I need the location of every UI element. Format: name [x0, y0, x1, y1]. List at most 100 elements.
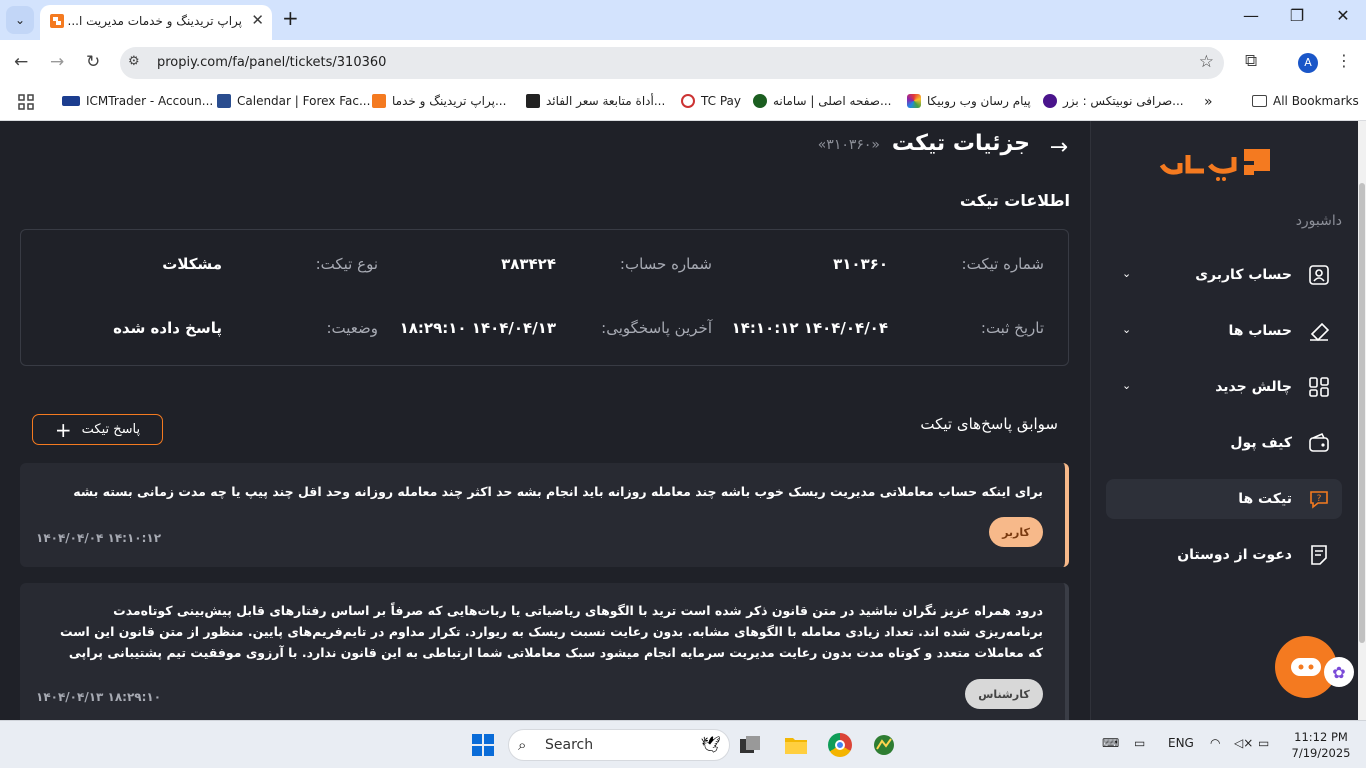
reply-ticket-button[interactable]: پاسخ تیکت +	[32, 414, 163, 445]
last-response-value: ۱۴۰۴/۰۴/۱۳ ۱۸:۲۹:۱۰	[399, 319, 556, 337]
taskbar-search-placeholder: Search	[545, 737, 594, 753]
sidebar-item-label: تیکت ها	[1238, 491, 1292, 507]
bookmark-rubika[interactable]: پیام رسان وب روبیکا	[907, 94, 1031, 108]
ticket-number-value: ۳۱۰۳۶۰	[833, 255, 888, 273]
bookmark-icmtrader[interactable]: ICMTrader - Accoun...	[62, 94, 213, 108]
tcpay-icon	[681, 94, 695, 108]
grid-icon	[1306, 374, 1332, 400]
sidebar: داشبورد حساب کاربری ⌄ حساب ها ⌄ چالش جدی…	[1090, 121, 1358, 720]
extensions-icon[interactable]: ⧉	[1245, 51, 1257, 71]
keyboard-icon[interactable]: ⌨	[1102, 736, 1119, 750]
svg-text:?: ?	[1317, 494, 1322, 504]
chevron-down-icon[interactable]: ⌄	[1122, 267, 1131, 280]
taskbar-search[interactable]: ⌕ Search 🕊	[508, 729, 730, 761]
bookmarks-bar: ICMTrader - Accoun... Calendar | Forex F…	[0, 86, 1366, 121]
file-explorer-icon[interactable]	[784, 733, 808, 757]
expert-badge: کارشناس	[965, 679, 1043, 709]
bookmark-forexfactory[interactable]: Calendar | Forex Fac...	[217, 94, 370, 108]
history-heading: سوابق پاسخ‌های تیکت	[920, 415, 1058, 433]
volume-icon[interactable]: ◁×	[1234, 736, 1253, 750]
ticket-reference: «۳۱۰۳۶۰»	[817, 137, 880, 153]
metatrader-icon[interactable]	[872, 733, 896, 757]
created-date-label: تاریخ ثبت:	[980, 319, 1044, 337]
more-bookmarks-icon[interactable]: »	[1204, 94, 1213, 110]
account-number-value: ۳۸۳۴۲۴	[501, 255, 556, 273]
battery-icon[interactable]: ▭	[1258, 736, 1269, 750]
ticket-type-label: نوع تیکت:	[315, 255, 378, 273]
bookmark-label: أداة متابعة سعر الفائد...	[546, 94, 666, 108]
last-response-label: آخرین پاسخگویی:	[601, 319, 712, 337]
ai-assistant-icon[interactable]: ✿	[1324, 657, 1354, 687]
tab-close-icon[interactable]: ✕	[251, 11, 264, 29]
propiy-logo[interactable]	[1158, 143, 1278, 183]
close-window-button[interactable]: ✕	[1320, 6, 1366, 25]
minimize-button[interactable]: —	[1228, 6, 1274, 25]
bookmark-propiy[interactable]: پراپ تریدینگ و خدما...	[372, 94, 506, 108]
bookmark-nobitex[interactable]: صرافی نوبیتکس : بزر...	[1043, 94, 1184, 108]
restore-button[interactable]: ❐	[1274, 6, 1320, 25]
menu-icon[interactable]: ⋮	[1336, 51, 1352, 70]
user-icon	[1306, 262, 1332, 288]
sidebar-item-invite[interactable]: دعوت از دوستان	[1106, 535, 1342, 575]
sidebar-item-profile[interactable]: حساب کاربری ⌄	[1106, 255, 1342, 295]
emblem-icon	[753, 94, 767, 108]
sidebar-item-wallet[interactable]: کیف پول	[1106, 423, 1342, 463]
tab-title: پراپ تریدینگ و خدمات مدیریت ا...	[67, 14, 242, 28]
sidebar-item-new-challenge[interactable]: چالش جدید ⌄	[1106, 367, 1342, 407]
system-clock[interactable]: 11:12 PM 7/19/2025	[1286, 729, 1356, 761]
clock-date: 7/19/2025	[1291, 746, 1351, 760]
user-badge: کاربر	[989, 517, 1043, 547]
dashboard-label[interactable]: داشبورد	[1296, 213, 1342, 229]
toolbar: ← → ↻ ⚙ propiy.com/fa/panel/tickets/3103…	[0, 40, 1366, 86]
display-icon[interactable]: ▭	[1134, 736, 1145, 750]
chevron-down-icon[interactable]: ⌄	[1122, 323, 1131, 336]
bookmark-label: صرافی نوبیتکس : بزر...	[1063, 94, 1184, 108]
bookmark-label: TC Pay	[701, 94, 741, 108]
plus-icon: +	[54, 417, 72, 442]
active-tab[interactable]: پراپ تریدینگ و خدمات مدیریت ا... ✕	[40, 5, 272, 40]
bookmark-portal[interactable]: صفحه اصلی | سامانه...	[753, 94, 891, 108]
bookmark-tcpay[interactable]: TC Pay	[681, 94, 741, 108]
forward-icon[interactable]: →	[50, 52, 64, 72]
back-icon[interactable]: ←	[14, 52, 28, 72]
propiy-icon	[372, 94, 386, 108]
task-view-icon[interactable]	[738, 733, 762, 757]
tab-search-button[interactable]: ⌄	[6, 6, 34, 34]
created-date-value: ۱۴۰۴/۰۴/۰۴ ۱۴:۱۰:۱۲	[731, 319, 888, 337]
message-date: ۱۴۰۴/۰۴/۱۳ ۱۸:۲۹:۱۰	[36, 690, 162, 704]
reply-button-label: پاسخ تیکت	[81, 422, 141, 437]
language-indicator[interactable]: ENG	[1168, 736, 1194, 750]
sidebar-item-accounts[interactable]: حساب ها ⌄	[1106, 311, 1342, 351]
bookmark-star-icon[interactable]: ☆	[1199, 52, 1214, 72]
address-bar[interactable]: ⚙ propiy.com/fa/panel/tickets/310360 ☆	[120, 47, 1224, 79]
apps-icon[interactable]	[18, 94, 34, 110]
bookmark-label: Calendar | Forex Fac...	[237, 94, 371, 108]
url-text[interactable]: propiy.com/fa/panel/tickets/310360	[157, 55, 386, 70]
message-text: برای اینکه حساب معاملاتی مدیریت ریسک خوب…	[73, 484, 1043, 499]
chrome-icon[interactable]	[828, 733, 852, 757]
new-tab-button[interactable]: +	[282, 6, 299, 30]
page-scrollbar[interactable]	[1358, 121, 1366, 720]
chevron-down-icon[interactable]: ⌄	[1122, 379, 1131, 392]
chat-icon	[1291, 658, 1321, 676]
reload-icon[interactable]: ↻	[86, 52, 100, 72]
ticket-number-label: شماره تیکت:	[961, 255, 1044, 273]
account-number-label: شماره حساب:	[619, 255, 712, 273]
profile-avatar[interactable]: A	[1298, 53, 1318, 73]
ticket-info-heading: اطلاعات تیکت	[959, 191, 1070, 210]
ticket-type-value: مشکلات	[162, 255, 222, 273]
sidebar-item-label: دعوت از دوستان	[1177, 547, 1292, 563]
all-bookmarks[interactable]: All Bookmarks	[1252, 94, 1359, 108]
scroll-thumb[interactable]	[1359, 183, 1365, 643]
back-arrow-icon[interactable]: →	[1050, 135, 1068, 160]
bookmark-investing[interactable]: أداة متابعة سعر الفائد...	[526, 94, 665, 108]
site-info-icon[interactable]: ⚙	[128, 54, 140, 69]
forexfactory-icon	[217, 94, 231, 108]
windows-start-icon[interactable]	[471, 733, 495, 757]
tab-strip: ⌄ پراپ تریدینگ و خدمات مدیریت ا... ✕ + —…	[0, 0, 1366, 40]
bookmark-label: پراپ تریدینگ و خدما...	[392, 94, 507, 108]
main-content: → جزئیات تیکت «۳۱۰۳۶۰» اطلاعات تیکت شمار…	[20, 121, 1070, 720]
sidebar-item-label: کیف پول	[1230, 435, 1292, 451]
wifi-icon[interactable]: ◠	[1210, 736, 1220, 750]
sidebar-item-tickets[interactable]: ? تیکت ها	[1106, 479, 1342, 519]
